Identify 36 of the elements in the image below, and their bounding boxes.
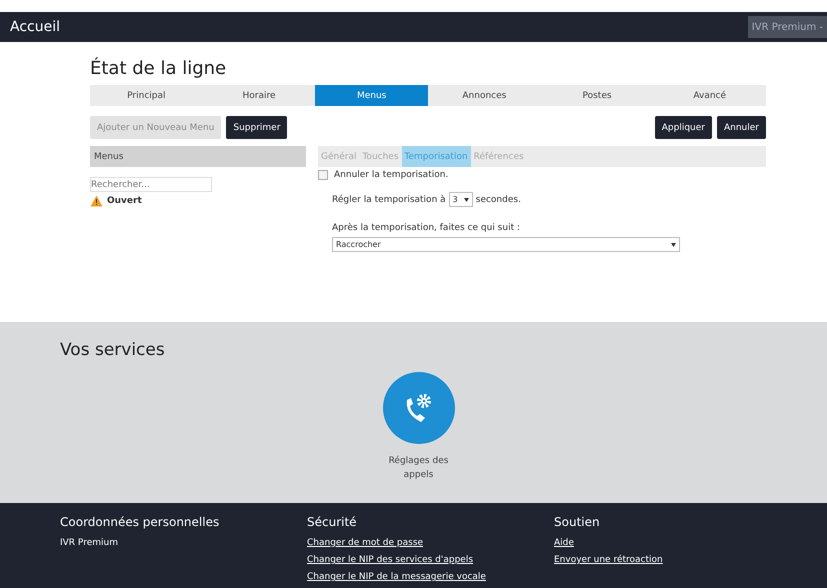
action-dropdown[interactable]: Raccrocher (332, 237, 680, 252)
seconds-dropdown[interactable]: 3 (448, 192, 473, 207)
checkbox-label: Annuler la temporisation. (334, 170, 448, 180)
footer-heading: Coordonnées personnelles (60, 515, 220, 529)
menu-item[interactable]: Ouvert (107, 196, 142, 206)
tab[interactable]: Postes (540, 85, 654, 106)
footer-link[interactable]: Changer le NIP de la messagerie vocale (307, 569, 486, 586)
footer-link[interactable]: Changer de mot de passe (307, 535, 424, 552)
page-title: État de la ligne (90, 58, 228, 79)
footer-heading: Soutien (554, 515, 600, 529)
tab[interactable]: Annonces (428, 85, 541, 106)
footer-link[interactable]: Aide (554, 535, 574, 552)
section-title: Vos services (60, 340, 166, 360)
footer-link[interactable]: Envoyer une rétroaction (554, 552, 663, 570)
home-link[interactable]: Accueil (10, 19, 60, 35)
action-button[interactable]: Appliquer (654, 116, 712, 139)
action-button[interactable]: Annuler (716, 116, 766, 139)
seconds-label: secondes. (476, 194, 521, 204)
caret-icon (464, 198, 469, 202)
timeout-label: Régler la temporisation à (332, 194, 446, 204)
after-timeout-label: Après la temporisation, faites ce qui suit : (332, 223, 521, 233)
tab[interactable]: Avancé (653, 85, 766, 106)
caret-icon (671, 242, 676, 246)
menus-header: Menus (90, 146, 306, 167)
tab[interactable]: Menus (315, 85, 428, 106)
footer-text: IVR Premium (60, 537, 118, 550)
account-menu[interactable]: IVR Premium - (748, 16, 827, 38)
tab[interactable]: Horaire (202, 85, 316, 106)
footer-link[interactable]: Changer le NIP des services d'appels (307, 552, 474, 570)
service-label[interactable]: Réglages des appels (384, 454, 454, 483)
tab[interactable]: Principal (90, 85, 203, 106)
action-button[interactable]: Supprimer (226, 116, 288, 139)
footer-heading: Sécurité (307, 515, 357, 529)
search-field[interactable]: Rechercher... (90, 177, 212, 192)
phone-gear-icon[interactable] (382, 372, 454, 444)
checkbox[interactable] (318, 170, 328, 180)
